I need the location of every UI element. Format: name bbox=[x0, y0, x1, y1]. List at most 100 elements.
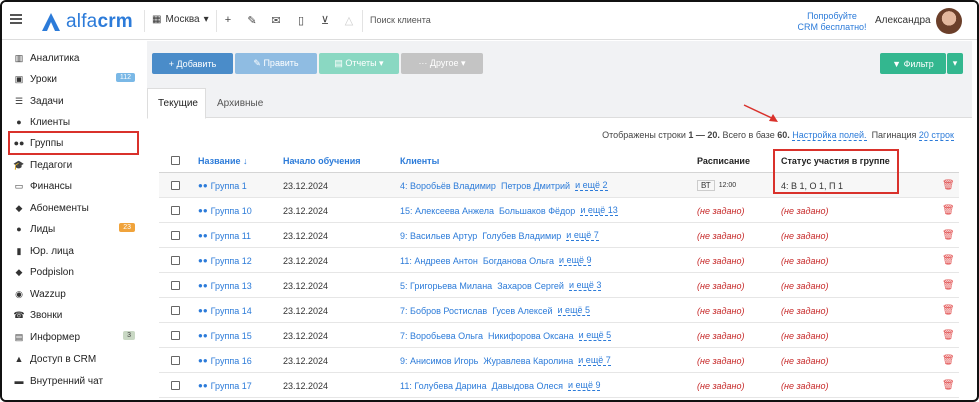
sidebar-item-lessons[interactable]: ▣ Уроки 112 bbox=[12, 69, 136, 89]
group-name-link[interactable]: Группа 1 bbox=[211, 181, 247, 191]
client-link[interactable]: Журавлева Каролина bbox=[483, 356, 573, 366]
trash-icon[interactable]: 🗑 bbox=[942, 330, 955, 341]
select-all-checkbox[interactable] bbox=[171, 156, 180, 165]
column-clients[interactable]: Клиенты bbox=[400, 148, 439, 173]
group-name-link[interactable]: Группа 17 bbox=[211, 381, 252, 391]
row-checkbox[interactable] bbox=[171, 381, 180, 390]
sidebar-item-subscriptions[interactable]: ◆ Абонементы bbox=[12, 198, 136, 218]
trash-icon[interactable]: 🗑 bbox=[942, 280, 955, 291]
sidebar-item-finance[interactable]: ▭ Финансы bbox=[12, 176, 136, 196]
row-checkbox[interactable] bbox=[171, 331, 180, 340]
client-link[interactable]: Васильев Артур bbox=[410, 231, 477, 241]
sidebar-item-clients[interactable]: ● Клиенты bbox=[12, 112, 136, 132]
tab-archive[interactable]: Архивные bbox=[207, 88, 273, 119]
row-checkbox[interactable] bbox=[171, 281, 180, 290]
top-bar: alfacrm ▦ Москва ▾ + ✎ ✉ ▯ ⊻ △ Поиск кли… bbox=[2, 2, 977, 40]
client-link[interactable]: Воробьёв Владимир bbox=[410, 181, 496, 191]
client-link[interactable]: Петров Дмитрий bbox=[501, 181, 570, 191]
more-clients-link[interactable]: и ещё 5 bbox=[578, 330, 612, 341]
client-link[interactable]: Бобров Ростислав bbox=[410, 306, 487, 316]
client-search-input[interactable]: Поиск клиента bbox=[370, 15, 431, 25]
branch-selector[interactable]: ▦ Москва ▾ bbox=[152, 14, 209, 25]
group-name-link[interactable]: Группа 10 bbox=[211, 206, 252, 216]
schedule-value: (не задано) bbox=[697, 255, 745, 266]
more-clients-link[interactable]: и ещё 3 bbox=[568, 280, 602, 291]
trash-icon[interactable]: 🗑 bbox=[942, 355, 955, 366]
sidebar-item-teachers[interactable]: 🎓 Педагоги bbox=[12, 155, 136, 175]
row-checkbox[interactable] bbox=[171, 231, 180, 240]
column-name[interactable]: Название ↓ bbox=[198, 148, 247, 173]
sidebar-item-podpislon[interactable]: ◆ Podpislon bbox=[12, 262, 136, 282]
more-clients-link[interactable]: и ещё 7 bbox=[578, 355, 611, 366]
client-link[interactable]: Большаков Фёдор bbox=[499, 206, 575, 216]
cart-icon[interactable]: ⊻ bbox=[318, 14, 332, 27]
filter-button[interactable]: ▼ Фильтр bbox=[880, 53, 946, 74]
wrench-icon[interactable]: ✎ bbox=[245, 14, 259, 27]
sidebar-item-groups[interactable]: ●● Группы bbox=[8, 131, 139, 155]
group-name-link[interactable]: Группа 15 bbox=[211, 331, 252, 341]
sidebar-item-calls[interactable]: ☎ Звонки bbox=[12, 305, 136, 325]
client-link[interactable]: Григорьева Милана bbox=[410, 281, 492, 291]
group-name-link[interactable]: Группа 12 bbox=[211, 256, 252, 266]
more-clients-link[interactable]: и ещё 5 bbox=[557, 305, 590, 316]
logo[interactable]: alfacrm bbox=[40, 11, 133, 33]
row-checkbox[interactable] bbox=[171, 206, 180, 215]
more-clients-link[interactable]: и ещё 9 bbox=[568, 380, 601, 391]
client-link[interactable]: Давыдова Олеся bbox=[492, 381, 563, 391]
other-button[interactable]: ··· Другое ▾ bbox=[401, 53, 483, 74]
row-checkbox[interactable] bbox=[171, 256, 180, 265]
trash-icon[interactable]: 🗑 bbox=[942, 205, 955, 216]
trash-icon[interactable]: 🗑 bbox=[942, 230, 955, 241]
trash-icon[interactable]: 🗑 bbox=[942, 305, 955, 316]
reports-button[interactable]: ▤ Отчеты ▾ bbox=[319, 53, 399, 74]
row-checkbox[interactable] bbox=[171, 356, 180, 365]
trash-icon[interactable]: 🗑 bbox=[942, 180, 955, 191]
trash-icon[interactable]: 🗑 bbox=[942, 255, 955, 266]
client-link[interactable]: Голубева Дарина bbox=[414, 381, 486, 391]
start-date: 23.12.2024 bbox=[283, 205, 329, 216]
avatar[interactable] bbox=[936, 8, 962, 34]
sidebar-item-internal-chat[interactable]: ▬ Внутренний чат bbox=[12, 371, 136, 391]
phone-icon[interactable]: ▯ bbox=[294, 14, 308, 27]
more-clients-link[interactable]: и ещё 13 bbox=[580, 205, 618, 216]
bell-icon[interactable]: △ bbox=[342, 14, 356, 27]
user-name[interactable]: Александра bbox=[875, 15, 931, 26]
client-link[interactable]: Воробьева Ольга bbox=[410, 331, 483, 341]
sidebar-item-tasks[interactable]: ☰ Задачи bbox=[12, 91, 136, 111]
sidebar-item-analytics[interactable]: ▥ Аналитика bbox=[12, 48, 136, 68]
edit-button[interactable]: ✎ Править bbox=[235, 53, 317, 74]
mail-icon[interactable]: ✉ bbox=[269, 14, 283, 27]
sidebar-item-legal[interactable]: ▮ Юр. лица bbox=[12, 241, 136, 261]
sidebar-item-informer[interactable]: ▤ Информер 3 bbox=[12, 327, 136, 347]
client-link[interactable]: Голубев Владимир bbox=[482, 231, 561, 241]
more-clients-link[interactable]: и ещё 7 bbox=[566, 230, 599, 241]
client-link[interactable]: Богданова Ольга bbox=[483, 256, 554, 266]
menu-icon[interactable] bbox=[10, 14, 22, 24]
field-settings-link[interactable]: Настройка полей. bbox=[792, 130, 867, 141]
group-name-link[interactable]: Группа 11 bbox=[211, 231, 251, 241]
trial-promo-link[interactable]: Попробуйте CRM бесплатно! bbox=[790, 11, 874, 33]
sidebar-item-crm-access[interactable]: ▲ Доступ в CRM bbox=[12, 349, 136, 369]
group-name-link[interactable]: Группа 16 bbox=[211, 356, 252, 366]
client-link[interactable]: Никифорова Оксана bbox=[488, 331, 574, 341]
row-checkbox[interactable] bbox=[171, 181, 180, 190]
tab-current[interactable]: Текущие bbox=[147, 88, 206, 119]
sidebar-item-leads[interactable]: ● Лиды 23 bbox=[12, 219, 136, 239]
client-link[interactable]: Гусев Алексей bbox=[492, 306, 552, 316]
group-name-link[interactable]: Группа 13 bbox=[211, 281, 252, 291]
trash-icon[interactable]: 🗑 bbox=[942, 380, 955, 391]
row-checkbox[interactable] bbox=[171, 306, 180, 315]
client-link[interactable]: Анисимов Игорь bbox=[410, 356, 478, 366]
pagination-link[interactable]: 20 строк bbox=[918, 130, 954, 141]
sidebar-item-wazzup[interactable]: ◉ Wazzup bbox=[12, 284, 136, 304]
client-link[interactable]: Захаров Сергей bbox=[497, 281, 564, 291]
more-clients-link[interactable]: и ещё 9 bbox=[559, 255, 592, 266]
add-button[interactable]: + Добавить bbox=[152, 53, 233, 74]
more-clients-link[interactable]: и ещё 2 bbox=[575, 180, 608, 191]
client-link[interactable]: Алексеева Анжела bbox=[415, 206, 494, 216]
client-link[interactable]: Андреев Антон bbox=[414, 256, 478, 266]
group-name-link[interactable]: Группа 14 bbox=[211, 306, 252, 316]
filter-dropdown-button[interactable]: ▾ bbox=[947, 53, 963, 74]
column-start[interactable]: Начало обучения bbox=[283, 148, 361, 173]
plus-icon[interactable]: + bbox=[221, 14, 235, 26]
